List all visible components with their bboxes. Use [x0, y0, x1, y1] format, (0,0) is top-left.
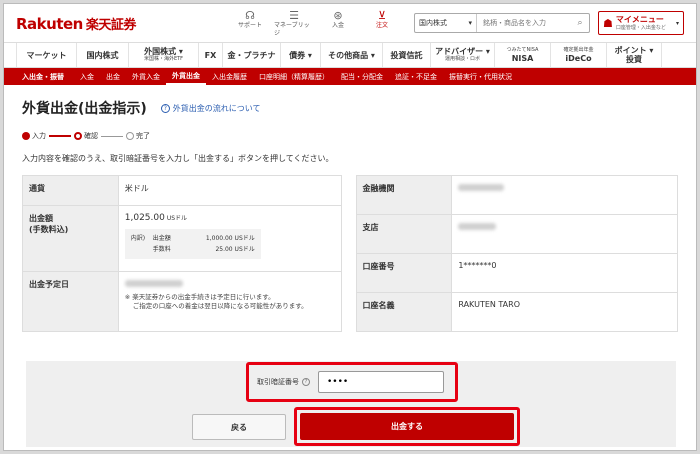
rakuten-logo[interactable]: Rakuten 楽天証券: [16, 14, 136, 33]
pin-highlight-box: 取引暗証番号 ?: [246, 362, 458, 402]
step-current-icon: [74, 132, 82, 140]
sub-nav: 入出金・振替 入金 出金 外貨入金 外貨出金 入出金履歴 口座明細（精算履歴） …: [4, 68, 696, 85]
subnav-fx-deposit[interactable]: 外貨入金: [126, 68, 166, 85]
support-link[interactable]: ☊ サポート: [230, 9, 270, 38]
site-header: Rakuten 楽天証券 ☊ サポート ☰ マネーブリッジ ⊛ 入金 ⊻ 注文: [4, 4, 696, 42]
account-no-label: 口座番号: [355, 253, 453, 293]
search-input[interactable]: [477, 14, 571, 32]
currency-label: 通貨: [22, 175, 119, 206]
page-title: 外貨出金(出金指示): [22, 101, 147, 117]
subnav-dividend[interactable]: 配当・分配金: [335, 68, 389, 85]
withdrawal-details-table: 通貨 米ドル 出金額 (手数料込) 1,025.00 USドル 内訳) 出金額 1…: [22, 175, 342, 332]
pin-input[interactable]: [318, 371, 444, 393]
bank-value: [451, 175, 678, 215]
amount-breakdown: 内訳) 出金額 1,000.00 USドル 手数料 25.00 USドル: [124, 229, 261, 259]
bank-account-table: 金融機関 支店 口座番号 1*******0 口座名義 RAKUTEN TARO: [355, 175, 679, 332]
search-box: 国内株式 ▾ ⌕: [414, 13, 590, 33]
nav-other[interactable]: その他商品 ▾: [320, 43, 382, 67]
search-icon[interactable]: ⌕: [571, 18, 589, 28]
nav-fund[interactable]: 投資信託: [382, 43, 430, 67]
date-note: ※ 楽天証券からの出金手続きは予定日に行います。 ご指定の口座への着金は翌日以降…: [124, 293, 308, 310]
headset-icon: ☊: [245, 8, 255, 22]
nav-domestic-stock[interactable]: 国内株式: [76, 43, 128, 67]
amount-cell: 1,025.00 USドル 内訳) 出金額 1,000.00 USドル 手数料 2…: [117, 205, 342, 272]
subnav-withdraw[interactable]: 出金: [100, 68, 126, 85]
subnav-deposit[interactable]: 入金: [74, 68, 100, 85]
chevron-down-icon: ▾: [675, 19, 679, 27]
amount-label: 出金額 (手数料込): [22, 205, 119, 272]
deposit-icon: ⊛: [333, 8, 343, 22]
redacted-date: [124, 280, 183, 287]
nav-point[interactable]: ポイント ▾ 投資: [606, 43, 662, 67]
step-done-icon: [22, 132, 30, 140]
nav-bond[interactable]: 債券 ▾: [280, 43, 320, 67]
branch-label: 支店: [355, 214, 453, 254]
currency-value: 米ドル: [117, 175, 342, 206]
user-icon: ☗: [603, 16, 613, 30]
utility-links: ☊ サポート ☰ マネーブリッジ ⊛ 入金 ⊻ 注文: [230, 9, 402, 38]
logo-en: Rakuten: [16, 14, 83, 33]
flow-help-link[interactable]: ? 外貨出金の流れについて: [160, 103, 261, 114]
bank-label: 金融機関: [355, 175, 453, 215]
subnav-transfer-status[interactable]: 振替実行・代用状況: [443, 68, 518, 85]
submit-withdraw-button[interactable]: 出金する: [300, 413, 514, 440]
order-link[interactable]: ⊻ 注文: [362, 9, 402, 38]
deposit-link[interactable]: ⊛ 入金: [318, 9, 358, 38]
nav-nisa[interactable]: つみたてNISA NISA: [494, 43, 550, 67]
redacted-branch: [458, 223, 497, 230]
step-complete: 完了: [136, 132, 150, 140]
subnav-statement[interactable]: 口座明細（精算履歴）: [253, 68, 335, 85]
subnav-history[interactable]: 入出金履歴: [206, 68, 253, 85]
nav-advisor[interactable]: アドバイザー ▾ 運用相談・ロボ: [430, 43, 494, 67]
progress-steps: 入力 確認 完了: [22, 131, 678, 141]
subnav-cash-transfer[interactable]: 入出金・振替: [16, 68, 74, 85]
step-confirm: 確認: [84, 132, 98, 140]
account-name-label: 口座名義: [355, 292, 453, 332]
nav-ideco[interactable]: 確定拠出年金 iDeCo: [550, 43, 606, 67]
nav-market[interactable]: マーケット: [16, 43, 76, 67]
date-label: 出金予定日: [22, 271, 119, 332]
search-category-select[interactable]: 国内株式 ▾: [415, 14, 477, 32]
subnav-margin-call[interactable]: 追証・不足金: [389, 68, 443, 85]
amount-value: 1,025.00: [124, 213, 165, 223]
help-icon[interactable]: ?: [302, 378, 310, 386]
logo-jp: 楽天証券: [85, 17, 137, 33]
submit-highlight-box: 出金する: [294, 407, 520, 446]
instruction-text: 入力内容を確認のうえ、取引暗証番号を入力し「出金する」ボタンを押してください。: [22, 154, 334, 163]
date-cell: ※ 楽天証券からの出金手続きは予定日に行います。 ご指定の口座への着金は翌日以降…: [117, 271, 342, 332]
nav-gold[interactable]: 金・プラチナ: [222, 43, 280, 67]
account-name-value: RAKUTEN TARO: [451, 292, 678, 332]
bridge-icon: ☰: [289, 8, 299, 22]
step-todo-icon: [126, 132, 134, 140]
cart-icon: ⊻: [377, 8, 387, 22]
branch-value: [451, 214, 678, 254]
browser-frame: Rakuten 楽天証券 ☊ サポート ☰ マネーブリッジ ⊛ 入金 ⊻ 注文: [3, 3, 697, 451]
subnav-fx-withdraw[interactable]: 外貨出金: [166, 68, 206, 85]
main-nav: マーケット 国内株式 外国株式 ▾ 米国株・海外ETF FX 金・プラチナ 債券 …: [4, 42, 696, 68]
account-no-value: 1*******0: [451, 253, 678, 293]
money-bridge-link[interactable]: ☰ マネーブリッジ: [274, 9, 314, 38]
step-input: 入力: [32, 132, 46, 140]
back-button[interactable]: 戻る: [192, 414, 286, 440]
nav-fx[interactable]: FX: [198, 43, 222, 67]
chevron-down-icon: ▾: [468, 19, 472, 27]
main-content: 外貨出金(出金指示) ? 外貨出金の流れについて 入力 確認 完了 入力内容を確…: [4, 98, 696, 332]
my-menu-button[interactable]: ☗ マイメニュー 口座管理・入出金など ▾: [598, 11, 684, 35]
pin-label: 取引暗証番号: [257, 378, 299, 386]
nav-foreign-stock[interactable]: 外国株式 ▾ 米国株・海外ETF: [128, 43, 198, 67]
help-icon: ?: [160, 103, 170, 113]
redacted-bank: [458, 184, 505, 191]
